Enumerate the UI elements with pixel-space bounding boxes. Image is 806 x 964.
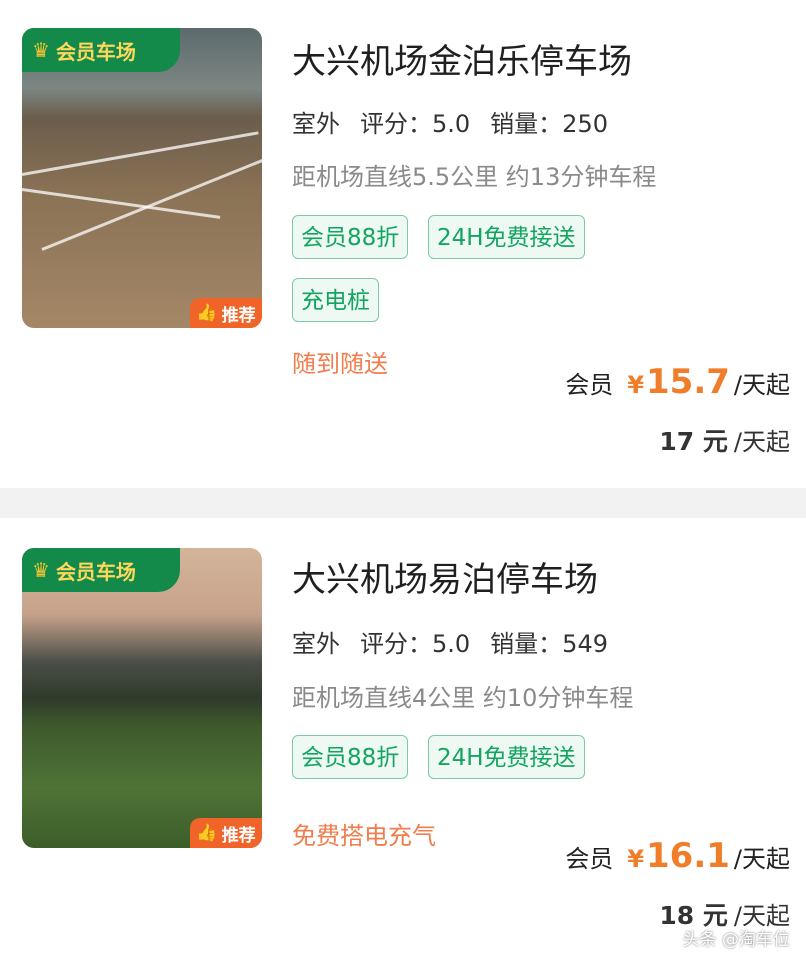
outdoor-label: 室外 bbox=[290, 104, 342, 145]
thumbs-up-icon: 👍 bbox=[196, 823, 218, 843]
promo-text: 随到随送 bbox=[292, 350, 388, 378]
rating: 评分：5.0 bbox=[360, 630, 471, 658]
rating: 评分：5.0 bbox=[360, 110, 471, 138]
parking-lot-photo[interactable]: ♛ 会员车场 👍 推荐 bbox=[22, 28, 262, 328]
member-price: 会员 ¥ 16.1 /天起 bbox=[565, 836, 790, 876]
tag-charging-pile: 充电桩 bbox=[292, 278, 379, 322]
tag-free-shuttle: 24H免费接送 bbox=[428, 735, 585, 779]
watermark: 头条 @淘车位 bbox=[682, 930, 790, 950]
normal-price: 17 元 /天起 bbox=[659, 427, 790, 456]
recommend-badge: 👍 推荐 bbox=[190, 298, 262, 328]
sales-count: 销量：250 bbox=[490, 110, 608, 138]
member-lot-badge: ♛ 会员车场 bbox=[22, 28, 180, 72]
outdoor-label: 室外 bbox=[290, 624, 342, 665]
crown-icon: ♛ bbox=[32, 38, 50, 62]
member-lot-badge: ♛ 会员车场 bbox=[22, 548, 180, 592]
thumbs-up-icon: 👍 bbox=[196, 303, 218, 323]
recommend-badge: 👍 推荐 bbox=[190, 818, 262, 848]
crown-icon: ♛ bbox=[32, 558, 50, 582]
distance-info: 距机场直线5.5公里 约13分钟车程 bbox=[292, 163, 657, 191]
tag-member-discount: 会员88折 bbox=[292, 215, 409, 259]
member-price: 会员 ¥ 15.7 /天起 bbox=[565, 362, 790, 402]
distance-info: 距机场直线4公里 约10分钟车程 bbox=[292, 684, 634, 712]
listing-meta: 室外 评分：5.0 销量：250 bbox=[290, 104, 608, 145]
listing-title[interactable]: 大兴机场金泊乐停车场 bbox=[292, 34, 632, 83]
sales-count: 销量：549 bbox=[490, 630, 608, 658]
listing-title[interactable]: 大兴机场易泊停车场 bbox=[292, 552, 598, 601]
listing-meta: 室外 评分：5.0 销量：549 bbox=[290, 624, 608, 665]
listing-card[interactable]: ♛ 会员车场 👍 推荐 大兴机场金泊乐停车场 室外 评分：5.0 销量：250 距机… bbox=[0, 0, 806, 488]
parking-lot-photo[interactable]: ♛ 会员车场 👍 推荐 bbox=[22, 548, 262, 848]
promo-text: 免费搭电充气 bbox=[292, 822, 436, 850]
listing-card[interactable]: ♛ 会员车场 👍 推荐 大兴机场易泊停车场 室外 评分：5.0 销量：549 距机场… bbox=[0, 518, 806, 964]
tag-member-discount: 会员88折 bbox=[292, 735, 409, 779]
tag-free-shuttle: 24H免费接送 bbox=[428, 215, 585, 259]
